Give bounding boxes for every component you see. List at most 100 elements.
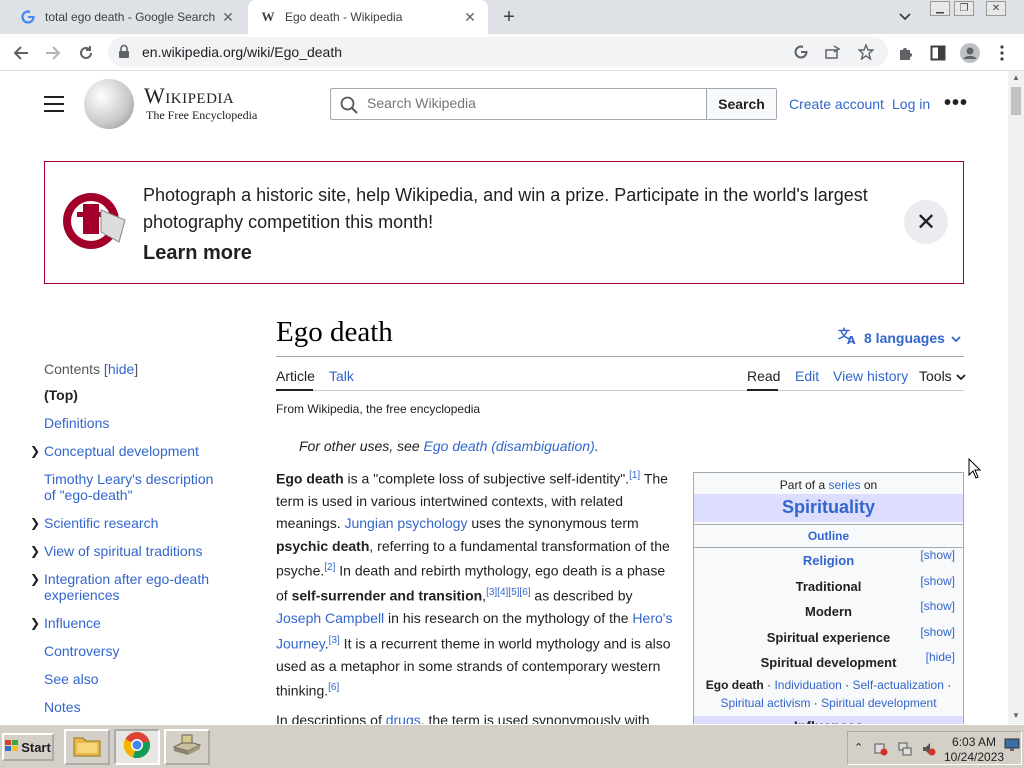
side-panel-icon[interactable]	[928, 43, 948, 63]
desktop-monitor-icon[interactable]	[1004, 738, 1020, 752]
chrome-taskbar-button[interactable]	[114, 729, 160, 765]
list-item[interactable]: Spiritual development	[821, 696, 936, 710]
toc-item[interactable]: Timothy Leary's description of "ego-deat…	[44, 471, 224, 503]
toc-hide-link[interactable]: hide	[108, 361, 134, 377]
tab-view-history[interactable]: View history	[833, 368, 908, 384]
minimize-icon[interactable]: ▁	[930, 1, 950, 16]
drugs-link[interactable]: drugs	[386, 712, 421, 724]
system-clock[interactable]: 6:03 AM 10/24/2023	[944, 735, 1004, 765]
chevron-down-icon[interactable]	[896, 8, 914, 26]
app-taskbar-button[interactable]	[164, 729, 210, 765]
scroll-down-arrow-icon[interactable]: ▼	[1012, 711, 1020, 720]
close-icon[interactable]: ✕	[904, 200, 948, 244]
toc-item[interactable]: ❯ Conceptual development	[30, 443, 224, 459]
toc-item-label[interactable]: Influence	[44, 615, 101, 631]
toc-item[interactable]: ❯ Influence	[30, 615, 224, 631]
close-icon[interactable]: ✕	[460, 7, 480, 27]
jungian-psychology-link[interactable]: Jungian psychology	[344, 515, 467, 531]
search-box[interactable]	[330, 88, 707, 120]
scrollbar-thumb[interactable]	[1011, 87, 1021, 115]
tab-article[interactable]: Article	[276, 368, 315, 384]
scroll-up-arrow-icon[interactable]: ▲	[1012, 73, 1020, 82]
search-input[interactable]	[367, 95, 697, 111]
main-menu-icon[interactable]	[44, 96, 64, 112]
show-toggle[interactable]: [show]	[920, 594, 955, 619]
tab-google-search[interactable]: total ego death - Google Search ✕	[8, 0, 246, 34]
tagline: The Free Encyclopedia	[146, 108, 258, 122]
languages-button[interactable]: 文A 8 languages	[838, 326, 961, 348]
joseph-campbell-link[interactable]: Joseph Campbell	[276, 610, 384, 626]
restore-icon[interactable]: ❐	[954, 1, 974, 16]
series-link[interactable]: series	[828, 478, 860, 492]
chevron-right-icon[interactable]: ❯	[30, 515, 40, 531]
toc-item[interactable]: ❯ Scientific research	[30, 515, 224, 531]
log-in-link[interactable]: Log in	[892, 96, 930, 112]
profile-avatar-icon[interactable]	[960, 43, 980, 63]
toc-item-label[interactable]: Notes	[44, 699, 81, 715]
address-bar[interactable]: en.wikipedia.org/wiki/Ego_death	[108, 37, 888, 67]
file-explorer-taskbar-button[interactable]	[64, 729, 110, 765]
chrome-menu-icon[interactable]	[992, 43, 1012, 63]
chevron-up-icon[interactable]: ⌃	[854, 741, 868, 755]
spirituality-infobox: Part of a series on Spirituality Outline…	[693, 472, 964, 724]
toc-item-label[interactable]: See also	[44, 671, 98, 687]
window-close-icon[interactable]: ✕	[986, 1, 1006, 16]
toc-item[interactable]: ❯ Integration after ego-death experiences	[30, 571, 224, 603]
share-icon[interactable]	[824, 43, 842, 61]
infobox-row-label[interactable]: Religion	[803, 553, 854, 568]
show-toggle[interactable]: [show]	[920, 569, 955, 594]
more-options-icon[interactable]: •••	[944, 93, 968, 113]
infobox-row-label: Spiritual experience	[766, 629, 891, 645]
toc-item-label[interactable]: Timothy Leary's description of "ego-deat…	[44, 471, 213, 503]
new-tab-plus-icon[interactable]: +	[498, 6, 520, 28]
toc-item-label[interactable]: View of spiritual traditions	[44, 543, 202, 559]
forward-arrow-icon[interactable]	[41, 41, 65, 65]
create-account-link[interactable]: Create account	[789, 96, 884, 112]
volume-muted-icon[interactable]	[922, 742, 936, 756]
disambiguation-link[interactable]: Ego death (disambiguation)	[424, 438, 595, 454]
wikipedia-wordmark[interactable]: Wikipedia	[144, 83, 234, 109]
toc-item[interactable]: Notes	[44, 699, 224, 715]
search-button[interactable]: Search	[706, 88, 777, 120]
toc-item[interactable]: Controversy	[44, 643, 224, 659]
bookmark-star-icon[interactable]	[857, 43, 875, 61]
toc-item-label[interactable]: Scientific research	[44, 515, 158, 531]
second-paragraph: In descriptions of drugs, the term is us…	[276, 709, 676, 724]
page-scrollbar[interactable]: ▲ ▼	[1008, 71, 1024, 724]
reload-icon[interactable]	[74, 41, 98, 65]
close-icon[interactable]: ✕	[218, 7, 238, 27]
toc-item[interactable]: (Top)	[44, 387, 224, 403]
start-button[interactable]: Start	[2, 733, 54, 761]
tab-wikipedia[interactable]: W Ego death - Wikipedia ✕	[248, 0, 488, 34]
tab-read[interactable]: Read	[747, 368, 780, 384]
chevron-right-icon[interactable]: ❯	[30, 615, 40, 631]
learn-more-link[interactable]: Learn more	[143, 242, 252, 265]
list-item[interactable]: Spiritual activism	[720, 696, 810, 710]
toc-item[interactable]: Definitions	[44, 415, 224, 431]
toc-item-label[interactable]: Integration after ego-death experiences	[44, 571, 209, 603]
tools-menu[interactable]: Tools	[919, 368, 966, 384]
chevron-right-icon[interactable]: ❯	[30, 543, 40, 559]
google-lens-icon[interactable]	[792, 43, 810, 61]
chevron-right-icon[interactable]: ❯	[30, 571, 40, 587]
infobox-title[interactable]: Spirituality	[694, 494, 963, 522]
extensions-puzzle-icon[interactable]	[896, 43, 916, 63]
show-toggle[interactable]: [show]	[920, 543, 955, 568]
toc-item-label[interactable]: Controversy	[44, 643, 119, 659]
show-toggle[interactable]: [show]	[920, 620, 955, 645]
tab-talk[interactable]: Talk	[329, 368, 354, 384]
toc-item[interactable]: ❯ View of spiritual traditions	[30, 543, 224, 559]
toc-item-label[interactable]: Conceptual development	[44, 443, 199, 459]
toc-item[interactable]: See also	[44, 671, 224, 687]
toc-item-label[interactable]: Definitions	[44, 415, 109, 431]
list-item[interactable]: Self-actualization	[853, 678, 944, 692]
chevron-right-icon[interactable]: ❯	[30, 443, 40, 459]
list-item[interactable]: Individuation	[774, 678, 841, 692]
back-arrow-icon[interactable]	[9, 41, 33, 65]
hatnote-text: .	[594, 438, 599, 454]
hide-toggle[interactable]: [hide]	[926, 645, 955, 670]
wikipedia-globe-logo[interactable]	[84, 79, 134, 129]
network-alert-icon[interactable]	[874, 742, 888, 756]
network-icon[interactable]	[898, 742, 912, 756]
tab-edit[interactable]: Edit	[795, 368, 819, 384]
